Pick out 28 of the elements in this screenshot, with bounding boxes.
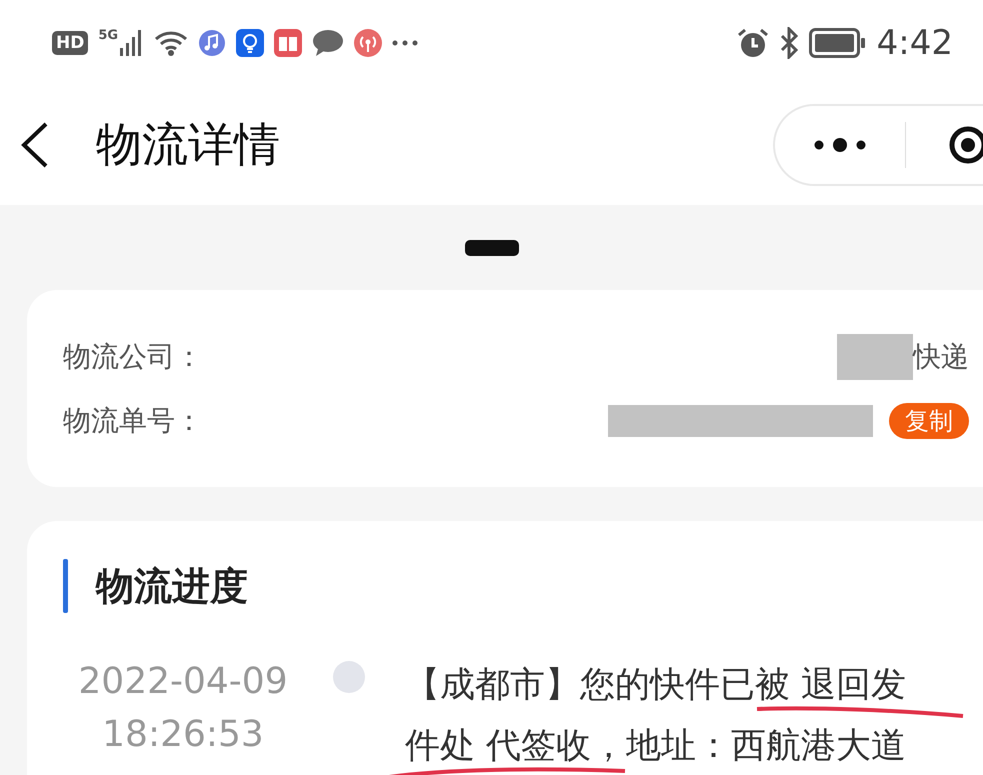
battery-icon xyxy=(808,28,867,58)
page-title: 物流详情 xyxy=(96,116,280,173)
hd-indicator: HD xyxy=(52,30,88,54)
bluetooth-icon xyxy=(778,26,799,58)
field-label: 物流公司： xyxy=(63,338,203,374)
event-time: 18:26:53 xyxy=(102,714,264,755)
event-description: 件处 代签收，地址：西航港大道 xyxy=(405,725,906,768)
target-circle-button[interactable] xyxy=(948,125,983,165)
wifi-icon xyxy=(154,30,188,56)
event-date: 2022-04-09 xyxy=(78,661,288,702)
network-label: 5G xyxy=(98,28,118,43)
accent-bar xyxy=(63,559,68,613)
field-label: 物流单号： xyxy=(63,402,203,438)
music-note-icon xyxy=(198,28,226,56)
lightbulb-icon xyxy=(236,28,264,56)
company-value: 快递 xyxy=(913,338,969,374)
broadcast-icon xyxy=(354,28,382,56)
chat-bubble-icon xyxy=(312,28,344,56)
event-description: 【成都市】您的快件已被 退回发 xyxy=(405,664,906,707)
clock-time: 4:42 xyxy=(876,22,953,62)
timeline-dot xyxy=(333,661,365,693)
copy-button[interactable]: 复制 xyxy=(889,402,969,438)
book-icon xyxy=(274,28,302,56)
section-title: 物流进度 xyxy=(96,562,248,610)
drag-handle[interactable] xyxy=(464,240,518,256)
more-icon xyxy=(392,40,418,46)
alarm-clock-icon xyxy=(736,26,769,58)
more-icon xyxy=(813,138,867,152)
